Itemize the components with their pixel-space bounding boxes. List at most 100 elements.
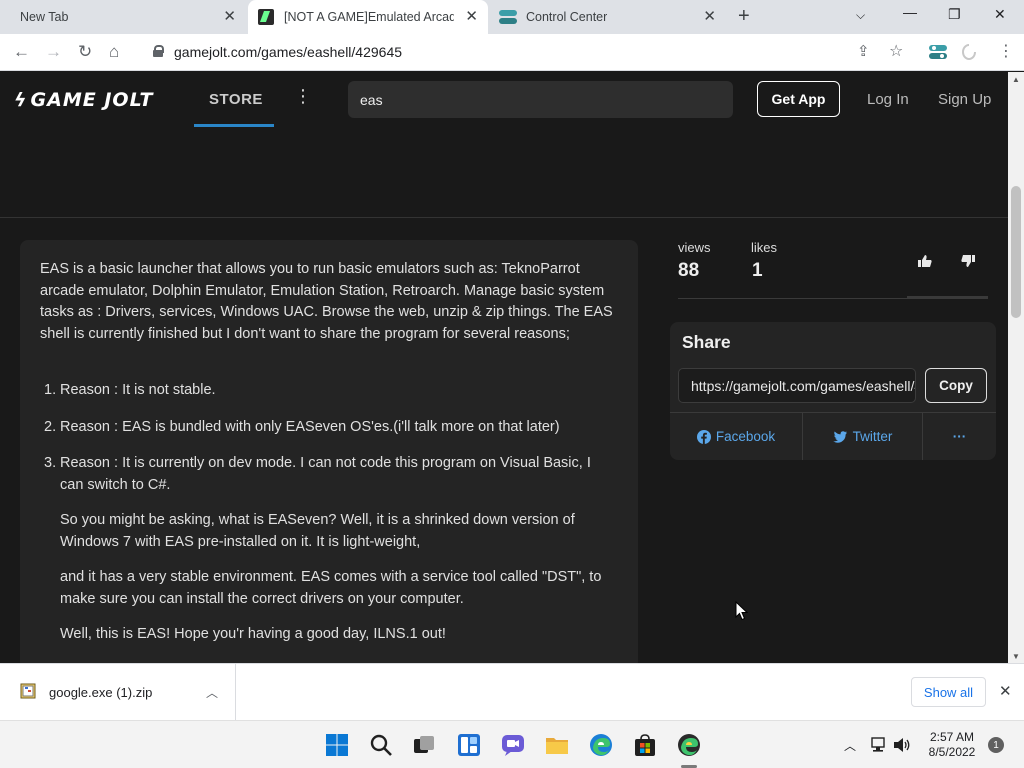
banner-area (0, 127, 1008, 218)
page-scrollbar[interactable]: ▲ ▼ (1008, 72, 1024, 663)
tab-close-icon[interactable]: ✕ (703, 9, 716, 25)
bolt-icon: ϟ (14, 89, 28, 111)
download-item[interactable]: google.exe (1).zip ︿ (0, 664, 236, 721)
tab-title: [NOT A GAME]Emulated Arcade S (284, 10, 454, 24)
tab-close-icon[interactable]: ✕ (223, 9, 236, 25)
scroll-up-arrow-icon[interactable]: ▲ (1012, 75, 1020, 84)
clock-time: 2:57 AM (929, 730, 975, 744)
new-tab-plus-icon[interactable]: + (738, 6, 750, 26)
reasons-list: 1. Reason : It is not stable. 2. Reason … (44, 380, 615, 661)
game-description-card: EAS is a basic launcher that allows you … (20, 240, 638, 670)
lock-icon (153, 45, 164, 57)
back-arrow-icon[interactable]: ← (13, 42, 30, 62)
site-search-input[interactable]: eas (348, 81, 733, 118)
description-paragraph: Well, this is EAS! Hope you'r having a g… (60, 626, 446, 642)
search-icon[interactable] (369, 733, 393, 757)
store-icon[interactable] (633, 733, 657, 757)
site-header: ϟ GAME JOLT STORE ⋮ eas Get App Log In Si… (0, 72, 1008, 127)
share-more-button[interactable]: ··· (923, 413, 996, 460)
address-bar[interactable]: gamejolt.com/games/eashell/429645 (140, 37, 920, 67)
profile-loading-icon[interactable] (962, 44, 980, 60)
home-icon[interactable]: ⌂ (109, 42, 119, 62)
like-ratio-bar (907, 296, 988, 299)
edge-canary-icon[interactable] (677, 733, 701, 757)
copy-button[interactable]: Copy (925, 368, 987, 403)
likes-count: 1 (752, 260, 763, 281)
chevron-up-icon[interactable]: ︿ (206, 684, 218, 701)
mouse-cursor-icon (735, 600, 749, 626)
browser-tabstrip: New Tab ✕ [NOT A GAME]Emulated Arcade S … (0, 0, 1024, 34)
tab-title: Control Center (526, 10, 608, 24)
list-item: 3. Reason : It is currently on dev mode.… (44, 453, 615, 646)
share-page-icon[interactable]: ⇪ (857, 42, 870, 62)
share-facebook-button[interactable]: Facebook (670, 413, 802, 460)
network-icon[interactable] (869, 737, 887, 756)
share-card: Share https://gamejolt.com/games/eashell… (670, 322, 996, 460)
share-link-input[interactable]: https://gamejolt.com/games/eashell/42964… (678, 368, 916, 403)
thumbs-down-icon[interactable] (961, 254, 975, 268)
log-in-link[interactable]: Log In (867, 91, 909, 108)
tab-new-tab[interactable]: New Tab ✕ (8, 0, 246, 34)
share-buttons-row: Facebook Twitter ··· (670, 413, 996, 460)
search-value: eas (360, 92, 383, 108)
sign-up-link[interactable]: Sign Up (938, 91, 991, 108)
notification-badge[interactable]: 1 (988, 737, 1004, 753)
stats-divider (678, 298, 908, 299)
list-item: 1. Reason : It is not stable. (44, 382, 216, 398)
url-text: gamejolt.com/games/eashell/429645 (174, 44, 403, 60)
forward-arrow-icon[interactable]: → (45, 42, 62, 62)
tab-search-chevron-icon[interactable]: ⌵ (856, 8, 865, 23)
gamejolt-favicon-icon (258, 9, 274, 25)
widgets-icon[interactable] (457, 733, 481, 757)
share-link-text: https://gamejolt.com/games/eashell/42964… (691, 378, 915, 394)
windows-start-icon[interactable] (325, 733, 349, 757)
minimize-icon[interactable]: — (903, 4, 917, 20)
twitter-icon (832, 430, 847, 443)
system-clock[interactable]: 2:57 AM 8/5/2022 (918, 730, 986, 760)
tab-control-center[interactable]: Control Center ✕ (488, 0, 726, 34)
clock-date: 8/5/2022 (928, 745, 976, 759)
description-paragraph: So you might be asking, what is EASeven?… (60, 512, 575, 550)
views-label: views (678, 240, 711, 255)
reload-icon[interactable]: ↻ (78, 42, 92, 62)
browser-toolbar: ← → ↻ ⌂ gamejolt.com/games/eashell/42964… (0, 34, 1024, 71)
volume-icon[interactable] (893, 737, 911, 756)
control-center-favicon-icon (499, 10, 517, 24)
share-twitter-button[interactable]: Twitter (803, 413, 922, 460)
description-intro: EAS is a basic launcher that allows you … (40, 261, 613, 342)
facebook-icon (696, 429, 711, 444)
tab-title: New Tab (20, 10, 69, 24)
tab-close-icon[interactable]: ✕ (465, 9, 478, 25)
thumbs-up-icon[interactable] (918, 254, 932, 268)
download-file-name: google.exe (1).zip (49, 685, 153, 700)
bookmark-star-icon[interactable]: ☆ (889, 42, 903, 62)
nav-store[interactable]: STORE (194, 72, 274, 127)
nav-store-label: STORE (209, 91, 263, 108)
tray-chevron-up-icon[interactable]: ︿ (844, 737, 856, 754)
tab-game-page[interactable]: [NOT A GAME]Emulated Arcade S ✕ (248, 0, 488, 34)
zip-file-icon (20, 683, 36, 699)
close-window-icon[interactable]: ✕ (994, 6, 1006, 23)
edge-icon[interactable] (589, 733, 613, 757)
game-stats: views 88 likes 1 (678, 240, 988, 300)
extension-icon[interactable] (929, 44, 947, 60)
gamejolt-logo[interactable]: ϟ GAME JOLT (14, 89, 154, 111)
show-all-button[interactable]: Show all (911, 677, 986, 707)
scroll-down-arrow-icon[interactable]: ▼ (1012, 652, 1020, 661)
close-download-bar-icon[interactable]: ✕ (999, 682, 1012, 700)
more-menu-icon[interactable]: ⋮ (294, 86, 312, 106)
chat-icon[interactable] (501, 733, 525, 757)
likes-label: likes (751, 240, 778, 255)
download-bar: google.exe (1).zip ︿ Show all ✕ (0, 663, 1024, 721)
description-paragraph: and it has a very stable environment. EA… (60, 569, 602, 607)
browser-menu-icon[interactable]: ⋮ (998, 42, 1014, 62)
views-count: 88 (678, 260, 700, 281)
scrollbar-thumb[interactable] (1011, 186, 1021, 318)
restore-icon[interactable]: ❐ (948, 6, 961, 23)
file-explorer-icon[interactable] (545, 733, 569, 757)
list-item: 2. Reason : EAS is bundled with only EAS… (44, 418, 560, 435)
share-title: Share (682, 332, 731, 352)
get-app-button[interactable]: Get App (757, 81, 840, 117)
windows-taskbar: ︿ 2:57 AM 8/5/2022 1 (0, 720, 1024, 768)
task-view-icon[interactable] (412, 733, 436, 757)
